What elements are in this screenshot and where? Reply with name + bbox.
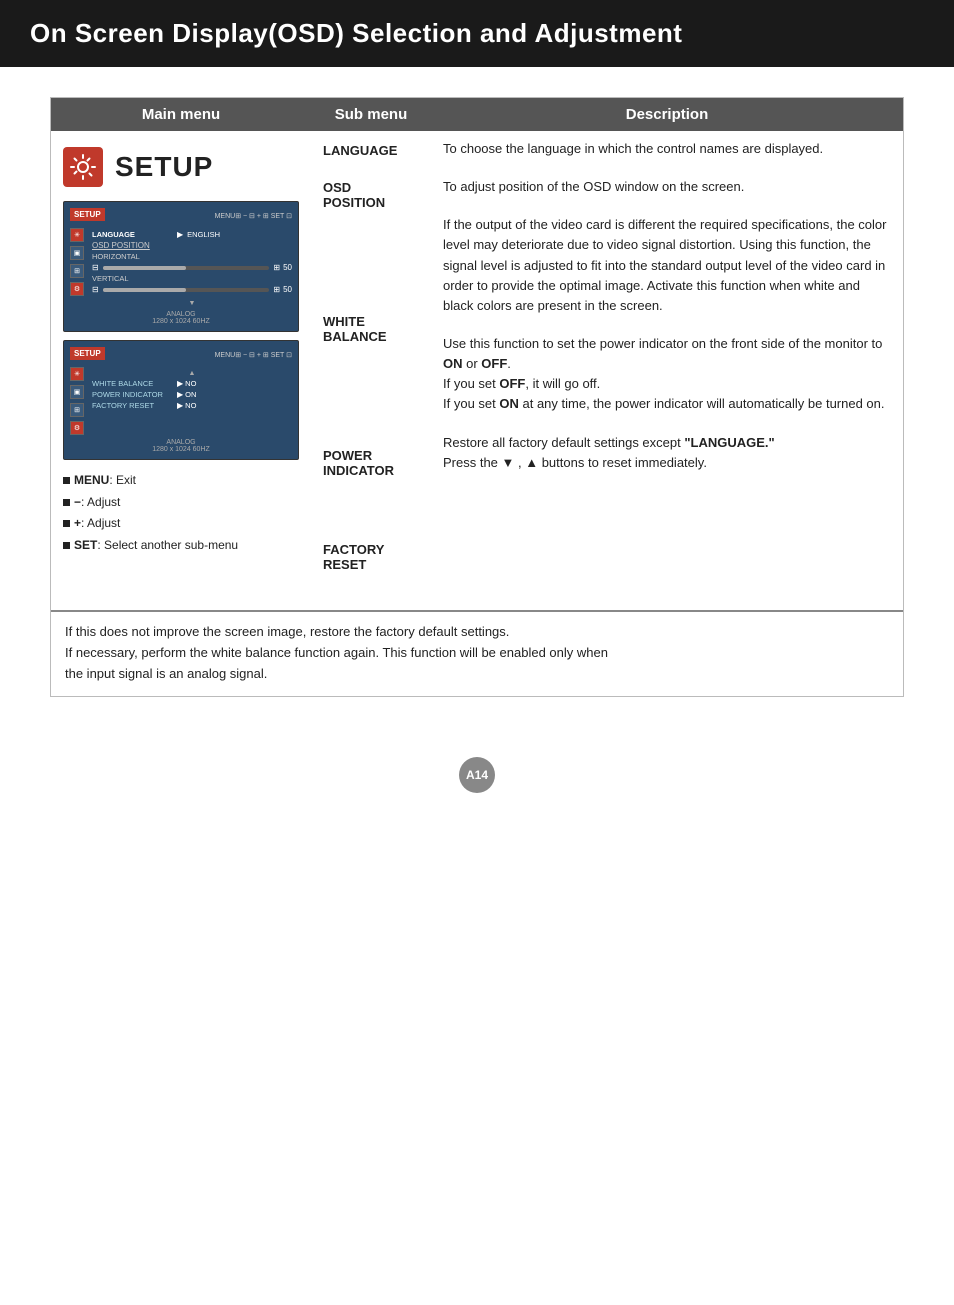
- osd-header-2: SETUP MENU⊞ − ⊟ + ⊞ SET ⊡: [70, 347, 292, 363]
- footer-line-2: If necessary, perform the white balance …: [65, 643, 889, 685]
- submenu-power-indicator: POWERINDICATOR: [323, 444, 419, 478]
- osd-sidebar-1: ✳ ▣ ⊞ ⚙ LANGUAGE ▶ ENGLISH: [70, 228, 292, 307]
- desc-power-indicator: Use this function to set the power indic…: [443, 334, 891, 415]
- bullet-label-menu: MENU: [74, 473, 109, 487]
- setup-icon: [63, 147, 103, 187]
- footer-note: If this does not improve the screen imag…: [51, 610, 903, 696]
- bullet-label-set: SET: [74, 538, 97, 552]
- bullet-icon-3: [63, 520, 70, 527]
- main-table-wrapper: Main menu Sub menu Description: [50, 97, 904, 697]
- bullet-label-minus: −: [74, 495, 81, 509]
- osd-mockup-2: SETUP MENU⊞ − ⊟ + ⊞ SET ⊡ ✳ ▣ ⊞ ⚙: [63, 340, 299, 460]
- bullet-icon-4: [63, 542, 70, 549]
- header-title: On Screen Display(OSD) Selection and Adj…: [30, 18, 682, 48]
- desc-osd-position: To adjust position of the OSD window on …: [443, 177, 891, 197]
- osd-main-2: ▲ WHITE BALANCE ▶ NO POWER INDICATOR: [92, 367, 292, 435]
- osd-header-1: SETUP MENU⊞ − ⊟ + ⊞ SET ⊡: [70, 208, 292, 224]
- osd-icons-2: ✳ ▣ ⊞ ⚙: [70, 367, 84, 435]
- submenu-factory-reset: FACTORYRESET: [323, 538, 419, 572]
- main-table: Main menu Sub menu Description: [51, 98, 903, 598]
- desc-factory-reset: Restore all factory default settings exc…: [443, 433, 891, 473]
- submenu-osd-position: OSDPOSITION: [323, 176, 419, 210]
- setup-area: SETUP: [63, 147, 299, 187]
- content-area: Main menu Sub menu Description: [0, 67, 954, 727]
- submenu-cell: LANGUAGE OSDPOSITION WHITEBALANCE POWERI…: [311, 131, 431, 598]
- setup-title: SETUP: [115, 151, 213, 183]
- bullet-icon-2: [63, 499, 70, 506]
- col-header-sub: Sub menu: [311, 98, 431, 131]
- osd-icons-1: ✳ ▣ ⊞ ⚙: [70, 228, 84, 307]
- table-header-row: Main menu Sub menu Description: [51, 98, 903, 131]
- submenu-white-balance: WHITEBALANCE: [323, 310, 419, 344]
- col-header-main: Main menu: [51, 98, 311, 131]
- page-badge: A14: [459, 757, 495, 793]
- bullet-notes: MENU: Exit −: Adjust +: Adjust: [63, 470, 299, 556]
- page-header: On Screen Display(OSD) Selection and Adj…: [0, 0, 954, 67]
- submenu-language: LANGUAGE: [323, 139, 419, 158]
- desc-white-balance: If the output of the video card is diffe…: [443, 215, 891, 316]
- table-row-setup: SETUP SETUP MENU⊞ − ⊟ + ⊞ SET ⊡ ✳: [51, 131, 903, 598]
- left-cell: SETUP SETUP MENU⊞ − ⊟ + ⊞ SET ⊡ ✳: [51, 131, 311, 598]
- desc-cell: To choose the language in which the cont…: [431, 131, 903, 598]
- osd-mockup-1: SETUP MENU⊞ − ⊟ + ⊞ SET ⊡ ✳ ▣ ⊞ ⚙: [63, 201, 299, 332]
- osd-main-1: LANGUAGE ▶ ENGLISH OSD POSITION HORIZONT…: [92, 228, 292, 307]
- page-number-area: A14: [0, 757, 954, 793]
- osd-sidebar-2: ✳ ▣ ⊞ ⚙ ▲ WHITE: [70, 367, 292, 435]
- bullet-label-plus: +: [74, 516, 81, 530]
- col-header-desc: Description: [431, 98, 903, 131]
- bullet-icon-1: [63, 477, 70, 484]
- desc-language: To choose the language in which the cont…: [443, 139, 891, 159]
- footer-line-1: If this does not improve the screen imag…: [65, 622, 889, 643]
